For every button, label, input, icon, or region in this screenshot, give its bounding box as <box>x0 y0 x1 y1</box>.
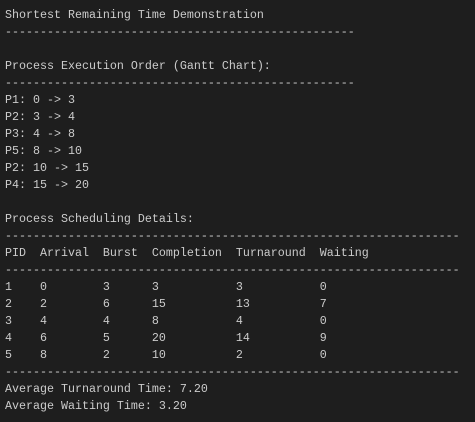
table-cell: 9 <box>319 331 327 345</box>
separator: ----------------------------------------… <box>5 25 355 39</box>
column-header: Turnaround <box>235 246 306 260</box>
table-row: 1 0 3 3 3 0 <box>5 279 475 296</box>
details-heading: Process Scheduling Details: <box>5 212 194 226</box>
table-cell: 10 <box>151 348 166 362</box>
program-title: Shortest Remaining Time Demonstration <box>5 8 264 22</box>
table-cell: 0 <box>319 280 327 294</box>
column-header: Waiting <box>319 246 369 260</box>
table-cell: 5 <box>5 348 12 362</box>
table-cell: 14 <box>235 331 250 345</box>
gantt-entry: P5: 8 -> 10 <box>5 144 82 158</box>
table-cell: 3 <box>102 280 110 294</box>
table-header: PID Arrival Burst Completion Turnaround Waiti… <box>5 245 475 262</box>
gantt-entry: P1: 0 -> 3 <box>5 93 75 107</box>
table-cell: 2 <box>235 348 243 362</box>
column-header: PID <box>5 246 26 260</box>
table-body: 1 0 3 3 3 0 2 2 6 15 13 7 3 4 4 8 4 0 4 6 5 20 14 9 5 8 2 10 2 0 <box>5 279 475 364</box>
table-cell: 4 <box>235 314 243 328</box>
table-row: 4 6 5 20 14 9 <box>5 330 475 347</box>
table-cell: 15 <box>151 297 166 311</box>
table-cell: 8 <box>151 314 159 328</box>
table-cell: 0 <box>39 280 47 294</box>
table-row: 5 8 2 10 2 0 <box>5 347 475 364</box>
average-waiting: Average Waiting Time: 3.20 <box>5 399 187 413</box>
table-cell: 4 <box>102 314 110 328</box>
separator: ----------------------------------------… <box>5 76 355 90</box>
table-cell: 1 <box>5 280 12 294</box>
table-cell: 4 <box>5 331 12 345</box>
average-turnaround: Average Turnaround Time: 7.20 <box>5 382 208 396</box>
table-cell: 6 <box>102 297 110 311</box>
table-cell: 4 <box>39 314 47 328</box>
separator: ----------------------------------------… <box>5 263 460 277</box>
table-cell: 6 <box>39 331 47 345</box>
table-cell: 0 <box>319 348 327 362</box>
table-cell: 2 <box>102 348 110 362</box>
table-cell: 8 <box>39 348 47 362</box>
table-cell: 0 <box>319 314 327 328</box>
gantt-entry: P2: 3 -> 4 <box>5 110 75 124</box>
table-row: 3 4 4 8 4 0 <box>5 313 475 330</box>
table-cell: 13 <box>235 297 250 311</box>
gantt-entry: P4: 15 -> 20 <box>5 178 89 192</box>
column-header: Burst <box>102 246 138 260</box>
gantt-heading: Process Execution Order (Gantt Chart): <box>5 59 271 73</box>
table-cell: 3 <box>151 280 159 294</box>
table-cell: 2 <box>39 297 47 311</box>
gantt-entry: P3: 4 -> 8 <box>5 127 75 141</box>
table-cell: 2 <box>5 297 12 311</box>
table-row: 2 2 6 15 13 7 <box>5 296 475 313</box>
table-cell: 5 <box>102 331 110 345</box>
gantt-entry: P2: 10 -> 15 <box>5 161 89 175</box>
separator: ----------------------------------------… <box>5 365 460 379</box>
table-cell: 3 <box>5 314 12 328</box>
separator: ----------------------------------------… <box>5 229 460 243</box>
table-cell: 3 <box>235 280 243 294</box>
table-cell: 20 <box>151 331 166 345</box>
column-header: Arrival <box>39 246 89 260</box>
table-cell: 7 <box>319 297 327 311</box>
terminal-output: Shortest Remaining Time Demonstration ---… <box>0 0 475 415</box>
column-header: Completion <box>151 246 222 260</box>
